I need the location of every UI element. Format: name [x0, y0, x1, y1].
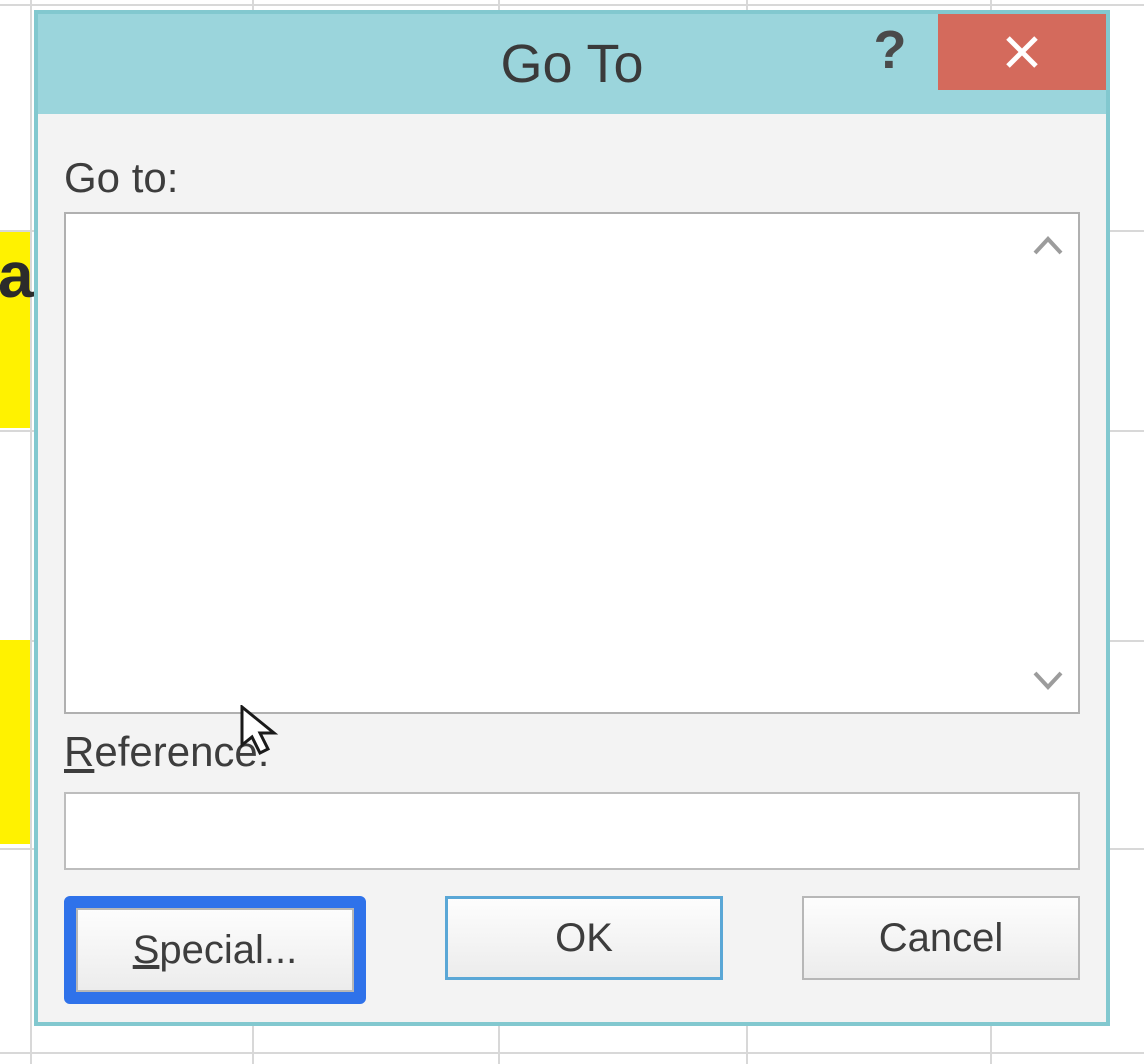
goto-listbox[interactable] — [64, 212, 1080, 714]
ok-button[interactable]: OK — [445, 896, 723, 980]
close-icon — [1002, 32, 1042, 72]
special-button[interactable]: Special... — [76, 908, 354, 992]
goto-dialog: Go To ? Go to: Reference: Special... — [34, 10, 1110, 1026]
scroll-up-icon[interactable] — [1028, 226, 1068, 266]
titlebar[interactable]: Go To ? — [38, 14, 1106, 114]
reference-input[interactable] — [64, 792, 1080, 870]
goto-label: Go to: — [64, 154, 1080, 202]
help-button[interactable]: ? — [850, 14, 930, 86]
close-button[interactable] — [938, 14, 1106, 90]
reference-label: Reference: — [64, 728, 1080, 776]
button-row: Special... OK Cancel — [64, 896, 1080, 1004]
cancel-button[interactable]: Cancel — [802, 896, 1080, 980]
special-highlight: Special... — [64, 896, 366, 1004]
scroll-down-icon[interactable] — [1028, 660, 1068, 700]
partial-cell-text: a — [0, 238, 34, 312]
